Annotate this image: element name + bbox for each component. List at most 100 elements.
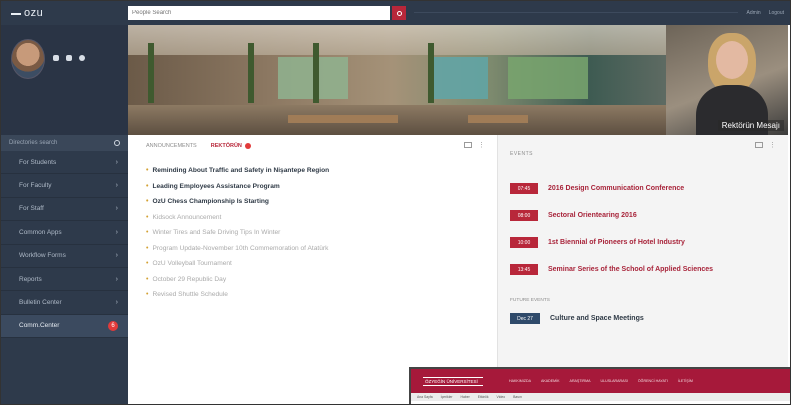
search-button[interactable] <box>392 6 406 20</box>
sidebar-item-bulletin-center[interactable]: Bulletin Center › <box>1 291 128 315</box>
tab-announcements[interactable]: ANNOUNCEMENTS <box>146 143 197 149</box>
future-event[interactable]: Dec 27 Culture and Space Meetings <box>510 313 644 324</box>
website-menu-item[interactable]: ULUSLARARASI <box>601 379 628 383</box>
event-title: Culture and Space Meetings <box>550 315 644 322</box>
sidebar-item-label: For Faculty <box>19 182 52 190</box>
tab-rector[interactable]: REKTÖRÜN <box>211 143 251 149</box>
announcement-title: Revised Shuttle Schedule <box>152 291 228 299</box>
website-preview: ÖZYEĞİN ÜNİVERSİTESİ HAKKIMIZDA AKADEMİK… <box>409 367 790 404</box>
search-icon[interactable] <box>114 140 120 146</box>
brand-logo[interactable]: ozu <box>1 1 128 25</box>
university-logo[interactable]: ÖZYEĞİN ÜNİVERSİTESİ <box>423 376 483 386</box>
event-title: Sectoral Orientearing 2016 <box>548 212 637 219</box>
alert-dot-icon <box>244 143 251 149</box>
sidebar-item-common-apps[interactable]: Common Apps › <box>1 221 128 245</box>
list-item[interactable]: • Reminding About Traffic and Safety in N… <box>146 163 497 179</box>
mail-icon[interactable] <box>66 55 72 61</box>
chevron-right-icon: › <box>115 275 118 283</box>
subnav-item[interactable]: Etkinlik <box>478 395 489 399</box>
list-item[interactable]: 08:00 Sectoral Orientearing 2016 <box>510 202 713 229</box>
subnav-item[interactable]: İçerikler <box>441 395 453 399</box>
event-time: 10:00 <box>510 237 538 248</box>
sidebar-item-label: Bulletin Center <box>19 299 62 307</box>
more-icon[interactable]: ⋮ <box>769 141 776 149</box>
list-item[interactable]: 07:45 2016 Design Communication Conferenc… <box>510 175 713 202</box>
sidebar-item-students[interactable]: For Students › <box>1 151 128 175</box>
announcement-title: Program Update-November 10th Commemorati… <box>152 244 329 252</box>
chevron-right-icon: › <box>115 205 118 213</box>
logo-text: ozu <box>24 7 44 19</box>
subnav-item[interactable]: Haber <box>461 395 470 399</box>
website-menu-item[interactable]: İLETİŞİM <box>678 379 693 383</box>
subnav-item[interactable]: Video <box>497 395 506 399</box>
subnav-item[interactable]: Basın <box>513 395 522 399</box>
hero-banner[interactable]: Rektörün Mesajı <box>128 25 788 135</box>
future-events-label: FUTURE EVENTS <box>510 298 550 303</box>
grid-view-icon[interactable] <box>755 142 763 148</box>
banner-window <box>508 57 588 99</box>
list-item[interactable]: • Program Update-November 10th Commemorat… <box>146 241 497 257</box>
list-item[interactable]: • Winter Tires and Safe Driving Tips In W… <box>146 225 497 241</box>
tab-rector-label: REKTÖRÜN <box>210 143 242 149</box>
list-item[interactable]: • OzU Volleyball Tournament <box>146 256 497 272</box>
avatar[interactable] <box>11 39 45 79</box>
bullet-icon: • <box>146 167 149 175</box>
more-icon[interactable]: ⋮ <box>478 141 485 149</box>
search-icon <box>396 10 402 16</box>
list-item[interactable]: 13:45 Seminar Series of the School of App… <box>510 256 713 283</box>
list-item[interactable]: • October 29 Republic Day <box>146 272 497 288</box>
list-item[interactable]: • Leading Employees Assistance Program <box>146 179 497 195</box>
announcement-title: Winter Tires and Safe Driving Tips In Wi… <box>152 229 281 237</box>
logout-link[interactable]: Logout <box>769 10 784 16</box>
user-icon[interactable] <box>53 55 59 61</box>
banner-bench <box>468 115 528 123</box>
website-subnav: Ana Sayfa İçerikler Haber Etkinlik Video… <box>411 393 790 401</box>
banner-tree <box>428 43 434 103</box>
event-title: Seminar Series of the School of Applied … <box>548 266 714 273</box>
sidebar-item-workflow-forms[interactable]: Workflow Forms › <box>1 245 128 268</box>
divider <box>414 12 738 13</box>
directory-search[interactable]: Directories search <box>1 135 128 151</box>
event-list: 07:45 2016 Design Communication Conferenc… <box>510 175 713 283</box>
website-menu-item[interactable]: AKADEMİK <box>541 379 560 383</box>
panel-tools: ⋮ <box>464 141 485 149</box>
announcement-title: Kidsock Announcement <box>152 213 222 221</box>
banner-window <box>428 57 488 99</box>
rector-message-caption[interactable]: Rektörün Mesajı <box>717 120 784 131</box>
sidebar-item-faculty[interactable]: For Faculty › <box>1 174 128 198</box>
admin-link[interactable]: Admin <box>747 10 761 16</box>
rector-portrait[interactable]: Rektörün Mesajı <box>666 25 788 135</box>
list-item[interactable]: 10:00 1st Biennial of Pioneers of Hotel I… <box>510 229 713 256</box>
sidebar-item-reports[interactable]: Reports › <box>1 268 128 292</box>
bullet-icon: • <box>146 198 149 206</box>
list-item[interactable]: • OzU Chess Championship Is Starting <box>146 194 497 210</box>
subnav-item[interactable]: Ana Sayfa <box>417 395 433 399</box>
website-menu-item[interactable]: HAKKIMIZDA <box>509 379 531 383</box>
event-title: 1st Biennial of Pioneers of Hotel Indust… <box>548 239 685 246</box>
sidebar-item-comm-center[interactable]: Comm.Center 6 <box>1 314 128 339</box>
announcement-title: October 29 Republic Day <box>152 275 227 283</box>
portrait-face <box>716 41 748 79</box>
website-menu-item[interactable]: ÖĞRENCİ HAYATI <box>638 379 668 383</box>
profile-actions <box>53 55 85 61</box>
list-item[interactable]: • Revised Shuttle Schedule <box>146 287 497 303</box>
bullet-icon: • <box>146 213 149 221</box>
grid-view-icon[interactable] <box>464 142 472 148</box>
banner-bench <box>288 115 398 123</box>
announcements-panel: ANNOUNCEMENTS REKTÖRÜN ⋮ • Reminding Abou… <box>128 135 498 404</box>
event-time: 08:00 <box>510 210 538 221</box>
event-time: 13:45 <box>510 264 538 275</box>
sidebar-item-label: Comm.Center <box>19 322 60 330</box>
notification-badge: 6 <box>108 320 118 331</box>
event-time: 07:45 <box>510 183 538 194</box>
website-menu-item[interactable]: ARAŞTIRMA <box>570 379 591 383</box>
top-bar: Admin Logout <box>128 1 790 25</box>
sidebar-item-label: Reports <box>19 275 42 283</box>
sidebar-item-staff[interactable]: For Staff › <box>1 198 128 222</box>
sidebar: ozu Directories search For Students › For… <box>1 1 128 404</box>
sidebar-item-label: Common Apps <box>19 228 62 236</box>
people-search-input[interactable] <box>128 6 390 20</box>
list-item[interactable]: • Kidsock Announcement <box>146 210 497 226</box>
settings-icon[interactable] <box>79 55 85 61</box>
events-title: EVENTS <box>510 151 534 157</box>
